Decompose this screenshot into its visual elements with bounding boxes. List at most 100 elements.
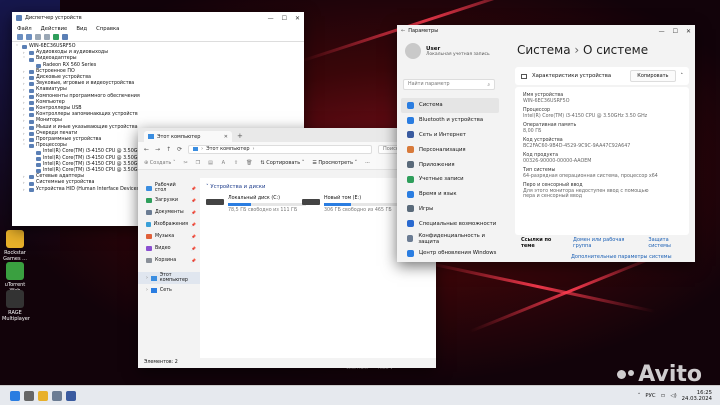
network-icon[interactable]: ▭ [661,393,666,399]
close-tab-icon[interactable]: ✕ [224,134,228,140]
nav-tree-item[interactable]: › Сеть [138,284,200,296]
pin-icon[interactable]: 📌 [191,258,196,263]
close-icon[interactable]: ✕ [295,15,300,22]
share-icon[interactable]: ⇪ [234,160,238,166]
menu-item[interactable]: Действие [41,26,68,32]
close-icon[interactable]: ✕ [686,28,691,35]
pin-icon[interactable]: 📌 [191,246,196,251]
link-domain[interactable]: Домен или рабочая группа [573,237,638,249]
language-indicator[interactable]: РУС [645,393,655,399]
paste-icon[interactable]: ▤ [208,160,213,166]
back-icon[interactable] [17,34,23,40]
settings-nav-item[interactable]: Учетные записи [401,172,499,187]
settings-window[interactable]: ← Параметры — ☐ ✕ User Локальная учетная з… [397,25,695,262]
pin-icon[interactable]: 📌 [191,186,196,191]
maximize-icon[interactable]: ☐ [673,28,678,35]
settings-icon[interactable] [52,390,62,401]
refresh-icon[interactable]: ⟳ [177,146,182,153]
nav-tree-item[interactable]: › Этот компьютер [138,272,200,284]
scan-icon[interactable] [53,34,59,40]
chevron-right-icon[interactable]: › [146,276,148,281]
link-advanced-settings[interactable]: Дополнительные параметры системы [571,254,672,260]
explorer-window[interactable]: Этот компьютер ✕ + —☐✕ ← → ↑ ⟳ › Этот ко… [138,128,436,368]
sidebar-item[interactable]: Изображения 📌 [138,218,200,230]
pin-icon[interactable]: 📌 [191,198,196,203]
back-icon[interactable]: ← [401,28,405,34]
pin-icon[interactable]: 📌 [191,234,196,239]
menu-item[interactable]: Справка [96,26,119,32]
forward-icon[interactable] [26,34,32,40]
menu-item[interactable]: Вид [76,26,87,32]
create-button[interactable]: ⊕ Создать ˅ [144,160,175,166]
cut-icon[interactable]: ✂ [183,160,187,166]
chevron-down-icon[interactable]: ˅ [16,44,20,50]
clock-date: 24.03.2024 [681,395,712,402]
device-specs-header[interactable]: Характеристики устройства Копировать ˄ [515,67,689,85]
minimize-icon[interactable]: — [268,15,274,22]
menu-item[interactable]: Файл [17,26,32,32]
link-system-protection[interactable]: Защита системы [648,237,689,249]
address-bar[interactable]: › Этот компьютер › [188,144,372,154]
settings-search-input[interactable]: Найти параметр ⌕ [403,79,495,90]
copy-icon[interactable]: ❐ [196,160,200,166]
chevron-up-icon[interactable]: ˄ [681,73,684,79]
search-icon[interactable] [24,390,34,401]
chevron-right-icon[interactable]: › [146,288,148,293]
sidebar-item[interactable]: Видео 📌 [138,242,200,254]
sort-button[interactable]: ⇅ Сортировать ˅ [260,160,304,166]
settings-nav-item[interactable]: Время и язык [401,187,499,202]
chevron-right-icon[interactable]: › [23,187,27,193]
copy-button[interactable]: Копировать [630,70,676,82]
explorer-icon[interactable] [38,390,48,401]
minimize-icon[interactable]: — [659,28,665,35]
maximize-icon[interactable]: ☐ [282,15,287,22]
rename-icon[interactable]: Ａ [221,159,226,166]
settings-nav-label: Конфиденциальность и защита [418,232,485,245]
clock[interactable]: 16:25 24.03.2024 [682,390,712,402]
device-manager-icon[interactable] [66,390,76,401]
chevron-down-icon[interactable]: ˅ [23,143,27,149]
sidebar-item[interactable]: Рабочий стол 📌 [138,182,200,194]
pin-icon[interactable]: 📌 [191,222,196,227]
settings-nav-item[interactable]: Игры [401,202,499,217]
breadcrumb-section[interactable]: Система [517,43,571,57]
drive-item[interactable]: Локальный диск (C:) 78,5 ГБ свободно из 1… [206,196,306,213]
new-tab-icon[interactable]: + [237,132,243,142]
delete-icon[interactable]: 🗑 [246,160,252,166]
monitor-icon[interactable] [62,34,68,40]
device-manager-titlebar[interactable]: Диспетчер устройств — ☐ ✕ [12,12,304,24]
pin-icon[interactable]: 📌 [191,210,196,215]
settings-nav-item[interactable]: Персонализация [401,142,499,157]
properties-icon[interactable] [35,34,41,40]
user-card[interactable]: User Локальная учетная запись [405,43,490,59]
drive-item[interactable]: Новый том (E:) 306 ГБ свободно из 465 ГБ [302,196,402,213]
breadcrumb: Этот компьютер [206,146,250,152]
settings-nav-item[interactable]: Специальные возможности [401,216,499,231]
settings-nav-item[interactable]: Конфиденциальность и защита [401,231,499,246]
up-icon[interactable]: ↑ [166,146,171,153]
tab-this-pc[interactable]: Этот компьютер ✕ [144,131,232,142]
chevron-right-icon: › [574,43,584,57]
settings-nav-item[interactable]: Приложения [401,157,499,172]
more-icon[interactable]: ··· [365,160,370,166]
chevron-up-icon[interactable]: ˄ [638,393,641,399]
settings-nav-item[interactable]: Центр обновления Windows [401,246,499,261]
desktop-shortcut[interactable]: RAGE Multiplayer [2,290,30,322]
settings-titlebar[interactable]: ← Параметры — ☐ ✕ [397,25,695,37]
back-icon[interactable]: ← [144,146,149,153]
sidebar-item[interactable]: Музыка 📌 [138,230,200,242]
settings-nav-item[interactable]: Система [401,98,499,113]
forward-icon[interactable]: → [155,146,160,153]
view-button[interactable]: ☰ Просмотреть ˅ [312,160,357,166]
desktop-shortcut[interactable]: Rockstar Games ... [2,230,28,262]
settings-nav-item[interactable]: Bluetooth и устройства [401,113,499,128]
sidebar-item[interactable]: Загрузки 📌 [138,194,200,206]
help-icon[interactable] [44,34,50,40]
settings-nav-item[interactable]: Сеть и Интернет [401,128,499,143]
start-icon[interactable] [10,390,20,401]
volume-icon[interactable]: ◁) [671,393,677,399]
sidebar-item[interactable]: Документы 📌 [138,206,200,218]
device-icon [29,69,34,74]
sidebar-item[interactable]: Корзина 📌 [138,254,200,266]
chevron-down-icon[interactable]: ˅ [23,56,27,62]
